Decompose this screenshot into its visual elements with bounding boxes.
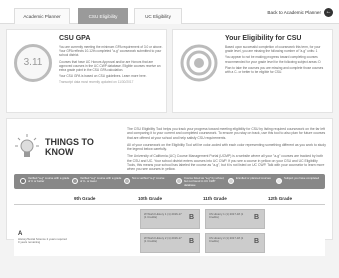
legend-swatch [72,178,78,184]
course-grade: B [188,214,194,221]
top-navigation: Academic Planner CSU Eligibility UC Elig… [0,0,339,24]
legend-label: Verified "a-g" course with a grade of C … [28,176,70,184]
legend-label: Not a verified "a-g" course [132,176,165,180]
course-card[interactable]: US History 1 (1) 2017-18 (1 Credits) B [205,209,265,229]
legend-label: Course listed as "a-g" by school, but no… [184,176,225,187]
csu-eligibility-title: Your Eligibility for CSU [225,35,302,42]
legend-swatch [276,178,282,184]
tab-csu-eligibility[interactable]: CSU Eligibility [78,8,128,24]
legend-label: Verified "a-g" course with a grade of C-… [80,176,122,184]
grade-header-10: 10th Grade [138,196,162,201]
course-card[interactable]: W World History 2 (1) 2016-17 (1 Credits… [140,233,200,253]
things-to-know-title: THINGS TO KNOW [45,137,94,157]
legend-swatch [124,178,130,184]
course-name: W World History 2 (1) 2016-17 (1 Credits… [144,236,182,244]
csu-eligibility-description: Based upon successful completion of cour… [225,45,329,76]
gpa-paragraph[interactable]: Your CSU GPA is based on CSU guidelines.… [59,74,163,78]
grade-header-9: 9th Grade [74,196,96,201]
course-name: US History 1 (1) 2017-18 (1 Credits) [209,212,244,220]
transcript-update-note: Transcript data most recently updated on… [59,80,134,85]
color-legend: Verified "a-g" course with a grade of C … [14,174,325,189]
gpa-paragraph: Courses that have UC Honors Approval and… [59,59,161,73]
course-card[interactable]: US History 2 (1) 2017-18 (1 Credits) B [205,233,265,253]
back-to-planner-link[interactable]: Back to Academic Planner [267,10,321,15]
course-card[interactable]: W World History 1 (1) 2016-17 (1 Credits… [140,209,200,229]
csu-gpa-card: 3.11 CSU GPA You are currently meeting t… [6,29,167,113]
csu-eligibility-card: Your Eligibility for CSU Based upon succ… [172,29,333,113]
grade-header-11: 11th Grade [203,196,227,201]
info-paragraph: The CSU Eligibility Tool helps you track… [127,127,326,140]
lightbulb-icon [15,134,39,157]
tab-uc-eligibility[interactable]: UC Eligibility [134,8,182,24]
eligibility-paragraph: Plan to take the courses you are missing… [225,65,324,75]
gpa-value: 3.11 [14,44,52,82]
legend-label: Enrolled or planned courses [236,176,271,180]
csu-gpa-title: CSU GPA [59,35,91,42]
info-paragraph: All of your coursework on the Eligibilit… [127,142,326,152]
legend-swatch [228,178,234,184]
course-name: US History 2 (1) 2017-18 (1 Credits) [209,236,244,244]
eligibility-paragraph: You appear to not be making progress tow… [225,55,321,64]
course-name: W World History 1 (1) 2016-17 (1 Credits… [144,212,182,220]
subject-requirement: History/Social Science 2 years required … [18,237,67,245]
gpa-paragraph: You are currently meeting the minimum GP… [59,45,163,58]
course-grade: B [253,214,259,221]
course-grade: B [253,238,259,245]
arrow-back-icon[interactable]: ← [324,8,333,17]
eligibility-paragraph: Based upon successful completion of cour… [225,45,321,54]
course-grade: B [188,238,194,245]
legend-label: Subject you have completed [284,176,320,180]
legend-swatch [176,178,182,184]
subject-row-a: A History/Social Science 2 years require… [14,204,325,256]
legend-swatch [20,178,26,184]
info-paragraph: The University of California (UC) Course… [127,154,325,172]
tab-academic-planner[interactable]: Academic Planner [14,8,70,24]
target-icon [180,44,218,82]
csu-gpa-description: You are currently meeting the minimum GP… [59,45,163,87]
grade-header-12: 12th Grade [268,196,292,201]
